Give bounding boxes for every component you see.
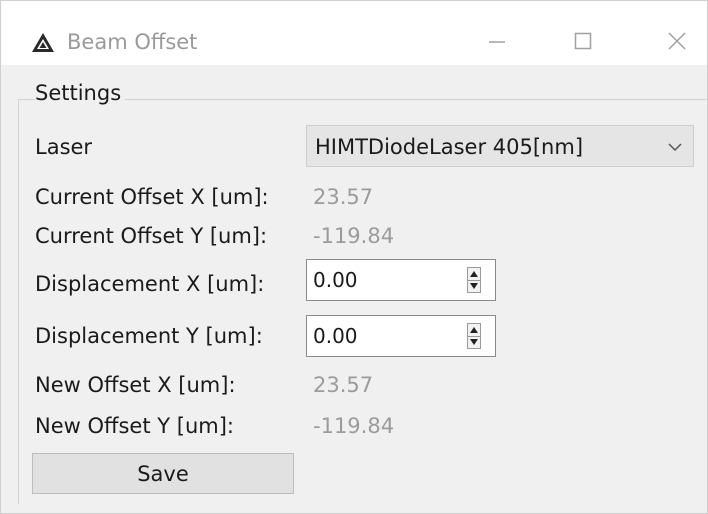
displacement-y-label: Displacement Y [um]:	[35, 324, 263, 348]
close-icon	[667, 31, 687, 55]
laser-dropdown[interactable]: HIMTDiodeLaser 405[nm]	[306, 125, 694, 167]
window-title: Beam Offset	[67, 30, 198, 54]
laser-label: Laser	[35, 135, 93, 159]
current-offset-y-value: -119.84	[313, 224, 395, 248]
minimize-button[interactable]	[475, 23, 519, 63]
chevron-down-icon	[667, 139, 683, 153]
new-offset-x-label: New Offset X [um]:	[35, 373, 236, 397]
beam-offset-window: Beam Offset Settings Laser HIMTDiodeLase…	[0, 0, 708, 514]
warning-triangle-icon	[31, 31, 55, 55]
current-offset-y-label: Current Offset Y [um]:	[35, 224, 268, 248]
displacement-x-spinbox[interactable]	[306, 259, 496, 301]
displacement-y-spinbox[interactable]	[306, 315, 496, 357]
close-button[interactable]	[655, 23, 699, 63]
displacement-x-input[interactable]	[313, 267, 453, 293]
displacement-x-label: Displacement X [um]:	[35, 272, 265, 296]
save-button[interactable]: Save	[32, 453, 294, 494]
maximize-icon	[573, 31, 593, 55]
maximize-button[interactable]	[561, 23, 605, 63]
title-bar[interactable]: Beam Offset	[1, 1, 707, 65]
new-offset-y-label: New Offset Y [um]:	[35, 414, 234, 438]
new-offset-x-value: 23.57	[313, 373, 374, 397]
displacement-x-stepper[interactable]	[467, 267, 481, 293]
spin-down-arrow-icon[interactable]	[468, 336, 480, 348]
settings-group-title: Settings	[35, 81, 126, 105]
spin-down-arrow-icon[interactable]	[468, 280, 480, 292]
new-offset-y-value: -119.84	[313, 414, 395, 438]
current-offset-x-label: Current Offset X [um]:	[35, 185, 269, 209]
current-offset-x-value: 23.57	[313, 185, 374, 209]
displacement-y-stepper[interactable]	[467, 323, 481, 349]
minimize-icon	[487, 31, 507, 55]
displacement-y-input[interactable]	[313, 323, 453, 349]
laser-selected-value: HIMTDiodeLaser 405[nm]	[315, 135, 584, 159]
